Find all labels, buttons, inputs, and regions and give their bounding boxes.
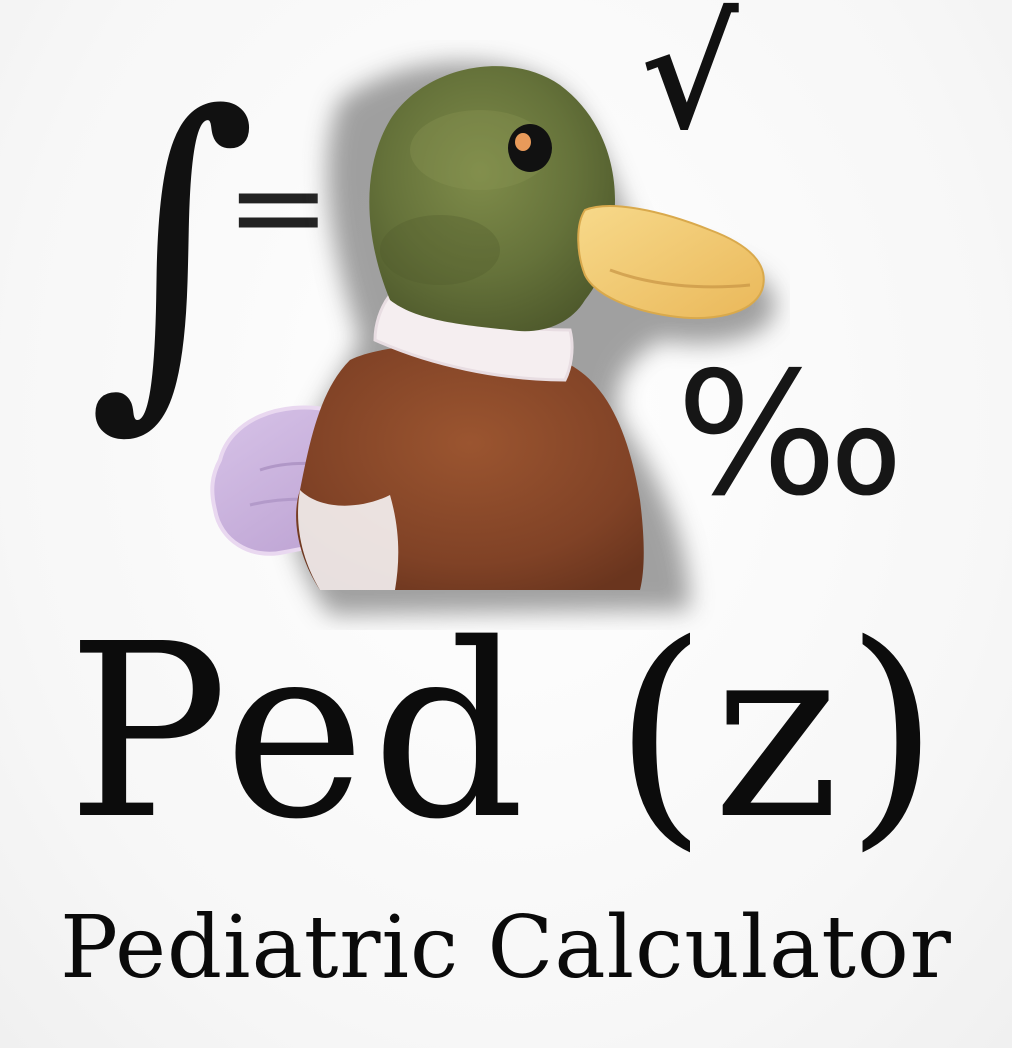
- app-subtitle: Pediatric Calculator: [60, 898, 952, 998]
- duck-head: [369, 66, 615, 332]
- app-title: Ped (z): [66, 592, 946, 872]
- duck-mascot-icon: [210, 62, 776, 615]
- logo-canvas: ∫ = √ ‰ Ped (z) Pediatric Calculator: [0, 0, 1012, 1048]
- duck-eye: [508, 124, 552, 172]
